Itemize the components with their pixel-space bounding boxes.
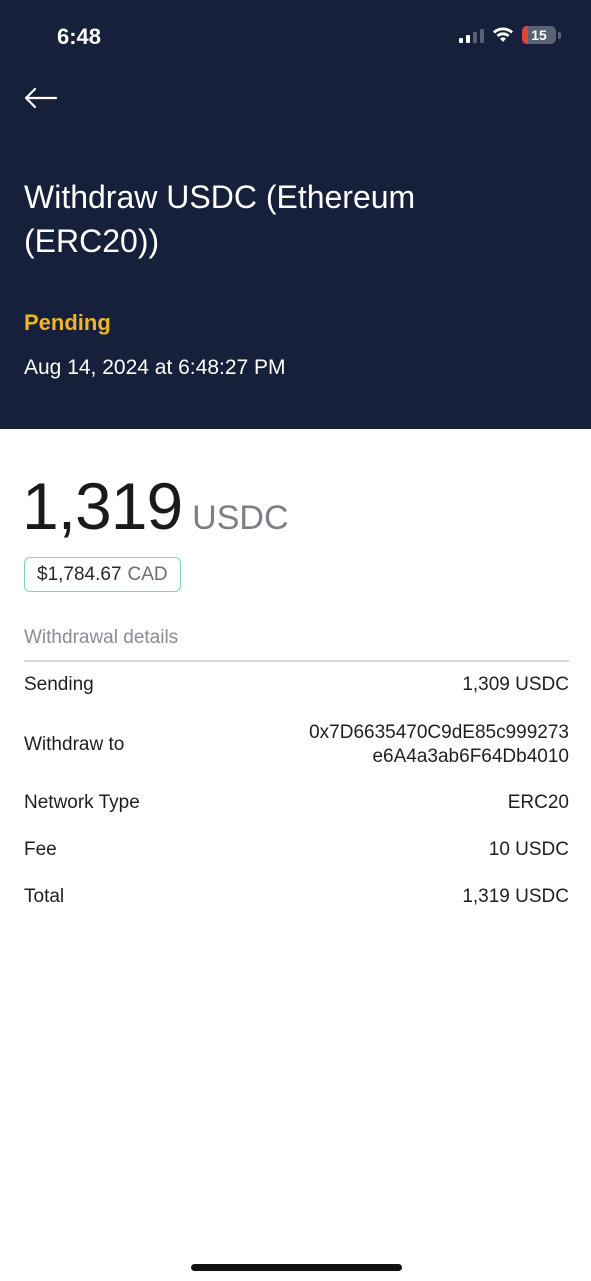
page-title: Withdraw USDC (Ethereum (ERC20)) xyxy=(24,179,416,259)
wallet-address[interactable]: 0x7D6635470C9dE85c999273 e6A4a3ab6F64Db4… xyxy=(309,721,569,769)
fiat-currency: CAD xyxy=(127,563,168,585)
section-title: Withdrawal details xyxy=(24,627,179,648)
status-time: 6:48 xyxy=(57,24,102,49)
amount-unit: USDC xyxy=(192,499,289,537)
detail-value: 1,309 USDC xyxy=(462,674,569,695)
amount-display: 1,319 USDC xyxy=(22,468,289,544)
detail-row-network-type: Network Type ERC20 xyxy=(24,792,569,814)
wallet-address-line2: e6A4a3ab6F64Db4010 xyxy=(372,746,569,767)
detail-label: Network Type xyxy=(24,792,140,813)
header: 6:48 15 Withdraw USDC (Ethereum (ERC20))… xyxy=(0,0,591,429)
wifi-icon xyxy=(493,27,513,42)
transaction-date: Aug 14, 2024 at 6:48:27 PM xyxy=(24,356,286,379)
battery-level: 15 xyxy=(531,27,547,43)
wallet-address-line1: 0x7D6635470C9dE85c999273 xyxy=(309,722,569,743)
detail-row-total: Total 1,319 USDC xyxy=(24,886,569,908)
back-button[interactable] xyxy=(22,84,62,112)
detail-value: ERC20 xyxy=(507,792,569,813)
status-icons: 15 xyxy=(459,26,561,44)
amount-value: 1,319 xyxy=(22,469,183,543)
arrow-left-icon xyxy=(24,87,58,109)
detail-value: 1,319 USDC xyxy=(462,886,569,907)
detail-row-withdraw-to: Withdraw to 0x7D6635470C9dE85c999273 e6A… xyxy=(24,721,569,769)
detail-row-fee: Fee 10 USDC xyxy=(24,839,569,861)
home-indicator[interactable] xyxy=(191,1264,402,1271)
battery-icon: 15 xyxy=(522,26,556,44)
detail-label: Withdraw to xyxy=(24,734,125,755)
fiat-value-badge: $1,784.67 CAD xyxy=(24,557,181,592)
detail-label: Fee xyxy=(24,839,57,860)
status-bar: 6:48 15 xyxy=(0,0,591,70)
status-badge: Pending xyxy=(24,310,111,335)
detail-value: 10 USDC xyxy=(488,839,569,860)
cellular-signal-icon xyxy=(459,27,484,43)
detail-row-sending: Sending 1,309 USDC xyxy=(24,674,569,696)
divider xyxy=(24,660,569,662)
fiat-value: $1,784.67 xyxy=(37,563,122,585)
detail-label: Total xyxy=(24,886,65,907)
detail-label: Sending xyxy=(24,674,94,695)
